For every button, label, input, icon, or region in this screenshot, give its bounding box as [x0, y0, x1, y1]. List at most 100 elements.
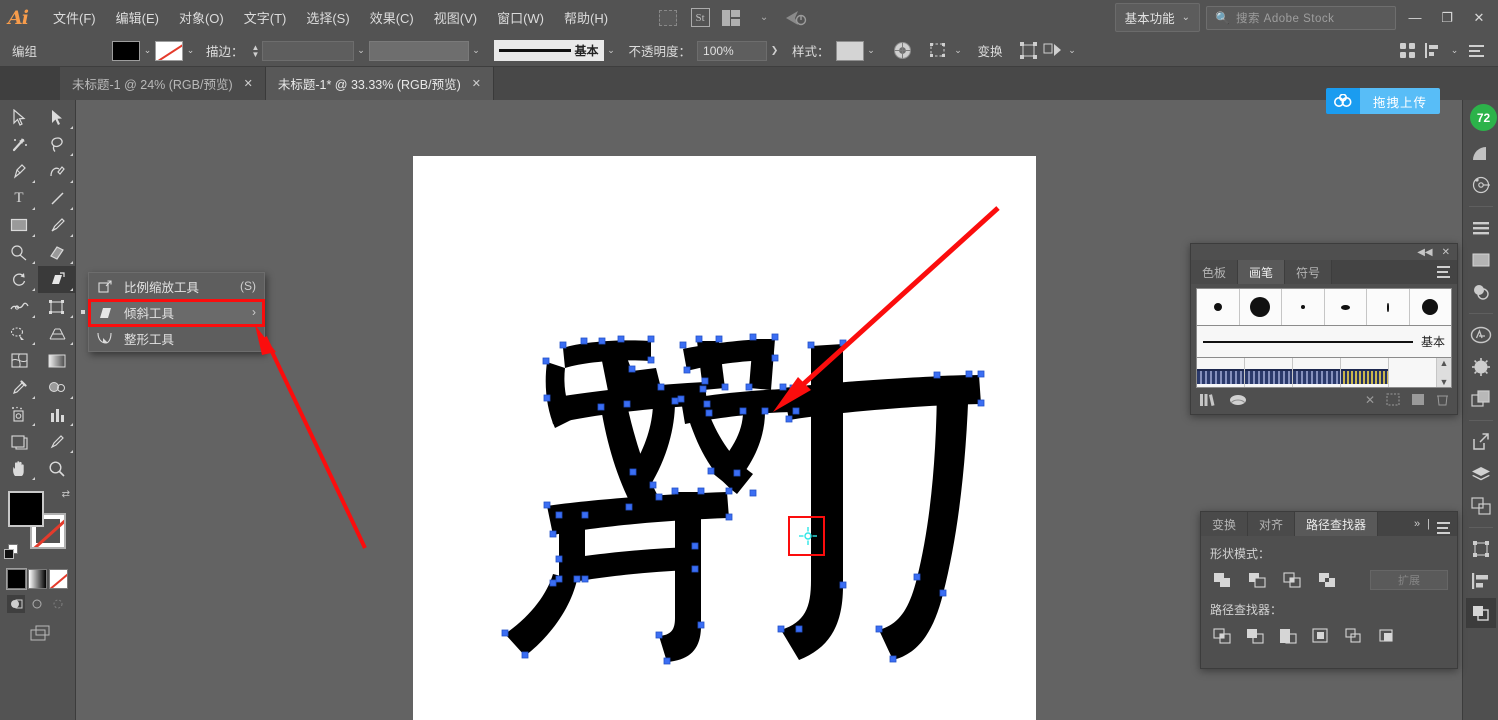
tab-swatches[interactable]: 色板	[1191, 260, 1239, 284]
fill-color-control[interactable]	[8, 491, 44, 527]
brushes-panel-menu-icon[interactable]	[1437, 266, 1457, 278]
flyout-item-reshape-tool[interactable]: 整形工具	[89, 325, 264, 351]
color-mode-gradient-button[interactable]	[28, 569, 47, 589]
draw-behind-button[interactable]	[28, 595, 46, 613]
select-similar-icon[interactable]	[927, 39, 951, 63]
color-mode-color-button[interactable]	[6, 568, 27, 590]
window-close-button[interactable]: ✕	[1466, 4, 1492, 32]
width-tool[interactable]	[0, 293, 38, 320]
artboard-tool[interactable]	[0, 428, 38, 455]
type-tool[interactable]: T	[0, 185, 38, 212]
color-mode-none-button[interactable]	[49, 569, 68, 589]
arrange-chevron-down-icon[interactable]: ⌄	[753, 7, 775, 29]
menu-help[interactable]: 帮助(H)	[555, 3, 617, 32]
flyout-item-scale-tool[interactable]: 比例缩放工具 (S)	[89, 273, 264, 299]
align-chevron-icon[interactable]: ⌄	[1447, 41, 1462, 61]
stock-search-input[interactable]: 🔍 搜索 Adobe Stock	[1206, 5, 1396, 30]
paintbrush-tool[interactable]	[38, 212, 76, 239]
document-tab-1[interactable]: 未标题-1 @ 24% (RGB/预览) ✕	[60, 67, 266, 100]
lasso-tool[interactable]	[38, 131, 76, 158]
unite-button[interactable]	[1210, 569, 1234, 591]
blend-tool[interactable]	[38, 374, 76, 401]
pathfinder-expand-icon[interactable]: »	[1414, 518, 1420, 530]
draw-inside-button[interactable]	[50, 595, 68, 613]
hand-tool[interactable]	[0, 455, 38, 482]
menu-window[interactable]: 窗口(W)	[488, 3, 553, 32]
transform-tools-flyout[interactable]: 比例缩放工具 (S) 倾斜工具 › 整形工具	[81, 272, 265, 352]
window-restore-button[interactable]: ❐	[1434, 4, 1460, 32]
workspace-switcher[interactable]: 基本功能 ⌄	[1114, 3, 1200, 32]
brushes-panel[interactable]: ◀◀ ✕ 色板 画笔 符号 基本 ▲ ▼ ✕	[1190, 243, 1458, 415]
tab-brushes[interactable]: 画笔	[1238, 260, 1286, 284]
brush-tiny-dot[interactable]	[1282, 289, 1325, 325]
align-objects-icon[interactable]	[1421, 39, 1445, 63]
brush-libraries-icon[interactable]	[1199, 393, 1216, 410]
expand-button[interactable]: 扩展	[1370, 570, 1448, 590]
opacity-chevron-icon[interactable]: ❯	[767, 41, 782, 61]
trim-button[interactable]	[1243, 625, 1267, 647]
export-icon[interactable]	[1466, 427, 1496, 457]
menu-file[interactable]: 文件(F)	[44, 3, 105, 32]
graphic-style-swatch[interactable]	[835, 40, 864, 61]
brushes-scrollbar[interactable]: ▲ ▼	[1437, 358, 1451, 387]
appearance-icon[interactable]	[1466, 491, 1496, 521]
brushes-close-icon[interactable]: ✕	[1442, 247, 1450, 258]
magic-wand-tool[interactable]	[0, 131, 38, 158]
transform-icon[interactable]	[1466, 534, 1496, 564]
selection-tool[interactable]	[0, 104, 38, 131]
merge-button[interactable]	[1276, 625, 1300, 647]
variable-width-chevron-icon[interactable]: ⌄	[469, 41, 484, 61]
default-fill-stroke-icon[interactable]	[4, 544, 19, 559]
pattern-brush-cell-5[interactable]	[1389, 358, 1437, 387]
artwork-group[interactable]	[413, 156, 1036, 720]
flyout-item-shear-tool[interactable]: 倾斜工具 ›	[81, 299, 264, 325]
recolor-artwork-icon[interactable]	[891, 39, 915, 63]
outline-button[interactable]	[1342, 625, 1366, 647]
screen-mode-button[interactable]	[0, 613, 75, 643]
pathfinder-icon[interactable]	[1465, 598, 1496, 628]
pattern-brush-cell-3[interactable]	[1293, 358, 1341, 387]
mesh-tool[interactable]	[0, 347, 38, 374]
direct-selection-tool[interactable]	[38, 104, 76, 131]
new-brush-icon[interactable]	[1411, 393, 1425, 409]
reflect-group-icon[interactable]	[1041, 39, 1065, 63]
scroll-up-arrow-icon[interactable]: ▲	[1440, 358, 1449, 368]
brush-small-dot[interactable]	[1197, 289, 1240, 325]
scale-shear-tool[interactable]	[38, 266, 76, 293]
notification-badge[interactable]: 72	[1470, 104, 1497, 131]
window-minimize-button[interactable]: —	[1402, 4, 1428, 32]
brush-definition-chevron-icon[interactable]: ⌄	[604, 41, 619, 61]
tab-transform[interactable]: 变换	[1201, 512, 1249, 536]
delete-brush-trash-icon[interactable]	[1436, 393, 1449, 409]
line-segment-tool[interactable]	[38, 185, 76, 212]
exclude-button[interactable]	[1315, 569, 1339, 591]
delete-brush-stroke-icon[interactable]: ✕	[1365, 393, 1375, 409]
perspective-grid-tool[interactable]	[38, 320, 76, 347]
document-tab-2-close-icon[interactable]: ✕	[472, 77, 481, 90]
tab-pathfinder[interactable]: 路径查找器	[1295, 512, 1379, 536]
pathfinder-panel[interactable]: 变换 对齐 路径查找器 » | 形状模式： 扩展 路径查找器：	[1200, 511, 1458, 669]
power-paperplane-icon[interactable]	[785, 7, 807, 29]
opacity-field[interactable]: 100%	[697, 40, 768, 61]
color-guide-icon[interactable]	[1466, 138, 1496, 168]
document-info-icon[interactable]	[1466, 245, 1496, 275]
document-tab-2[interactable]: 未标题-1* @ 33.33% (RGB/预览) ✕	[265, 67, 494, 100]
artboards-icon[interactable]	[1466, 213, 1496, 243]
group-options-chevron-icon[interactable]: ⌄	[1065, 41, 1080, 61]
column-graph-tool[interactable]	[38, 401, 76, 428]
intersect-button[interactable]	[1280, 569, 1304, 591]
art-brush-row[interactable]: 基本	[1196, 326, 1452, 358]
document-tab-1-close-icon[interactable]: ✕	[244, 77, 253, 90]
bridge-icon[interactable]	[657, 7, 679, 29]
shape-builder-tool[interactable]	[0, 320, 38, 347]
slice-tool[interactable]	[38, 428, 76, 455]
crop-button[interactable]	[1309, 625, 1333, 647]
menu-view[interactable]: 视图(V)	[425, 3, 486, 32]
remove-brush-stroke-icon[interactable]	[1228, 393, 1248, 410]
scroll-down-arrow-icon[interactable]: ▼	[1440, 377, 1449, 387]
menu-effect[interactable]: 效果(C)	[361, 3, 423, 32]
tab-align[interactable]: 对齐	[1248, 512, 1296, 536]
arrange-documents-icon[interactable]	[721, 7, 743, 29]
stroke-swatch-chevron-icon[interactable]: ⌄	[183, 41, 198, 61]
brush-definition-field[interactable]: 基本	[493, 40, 604, 61]
